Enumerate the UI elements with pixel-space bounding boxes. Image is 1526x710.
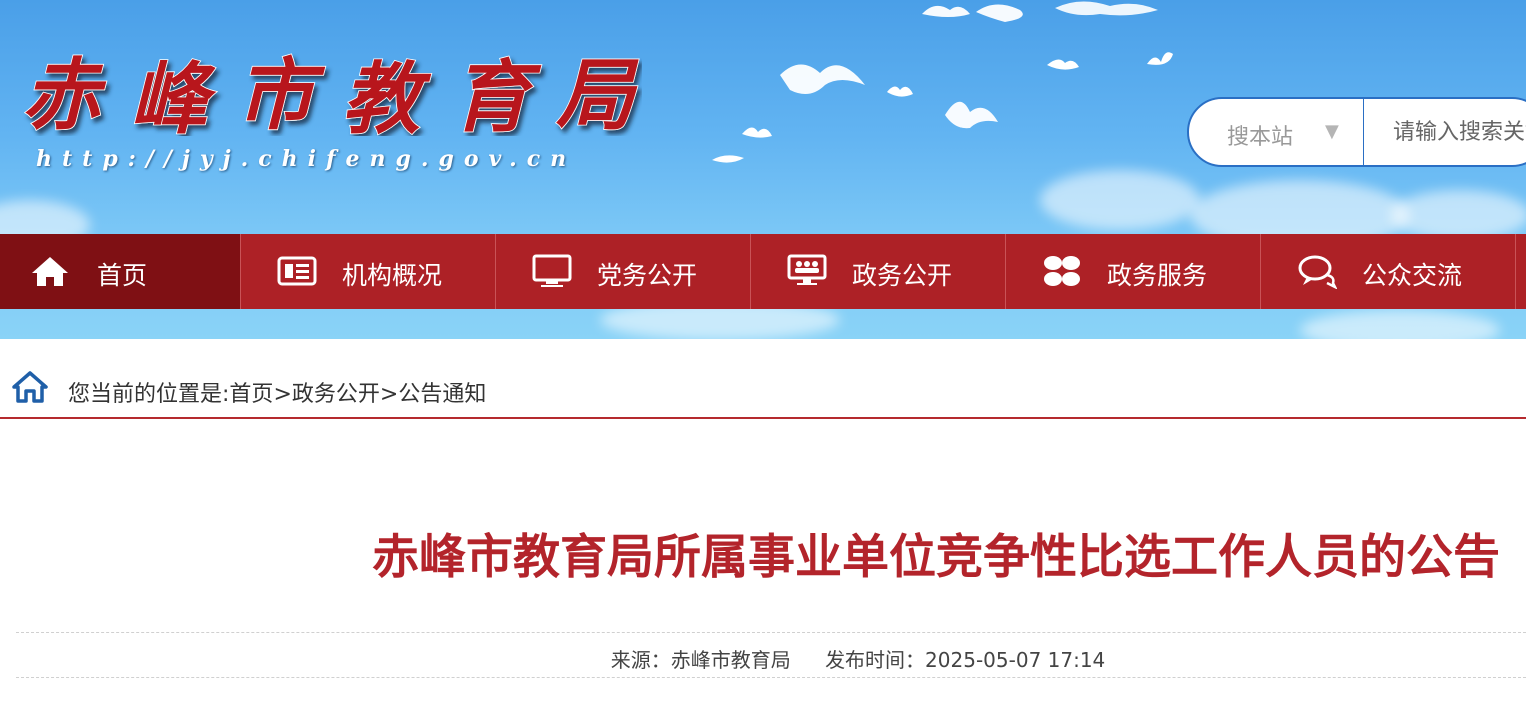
breadcrumb: 您当前的位置是:首页>政务公开>公告通知 [0,365,1526,417]
dove-icon [1055,1,1158,16]
svg-text:教: 教 [342,54,432,136]
svg-text:局: 局 [556,50,639,136]
site-url: http://jyj.chifeng.gov.cn [36,146,577,172]
divider [16,632,1526,633]
nav-item-home[interactable]: 首页 [0,234,241,309]
dove-icon [1147,52,1173,65]
site-logo[interactable]: 赤 峰 市 教 育 局 [22,46,642,136]
breadcrumb-divider [0,417,1526,419]
article-title: 赤峰市教育局所属事业单位竞争性比选工作人员的公告 [372,530,1500,585]
article-meta: 来源：赤峰市教育局 发布时间：2025-05-07 17:14 [0,644,1526,673]
nav-item-label: 政务服务 [1107,261,1208,290]
search-scope-select[interactable]: 搜本站 ▼ [1189,99,1364,165]
nav-item-party-affairs[interactable]: 党务公开 [496,234,751,309]
nav-item-government-affairs[interactable]: 政务公开 [751,234,1006,309]
meeting-icon [787,254,827,285]
breadcrumb-link-home[interactable]: 首页 [229,382,273,407]
nav-item-label: 首页 [97,261,148,290]
nav-item-organization[interactable]: 机构概况 [241,234,496,309]
home-outline-icon [12,371,48,403]
breadcrumb-link-government-affairs[interactable]: 政务公开 [292,382,380,407]
dove-icon [922,4,1023,23]
breadcrumb-separator: > [379,382,399,407]
chat-icon [1298,255,1337,289]
nav-item-label: 公众交流 [1362,261,1463,290]
divider [16,677,1526,678]
cloud-decoration [1390,190,1526,240]
nav-item-label: 党务公开 [597,261,698,290]
article-publish-time: 发布时间：2025-05-07 17:14 [825,648,1106,672]
search-scope-label: 搜本站 [1227,125,1294,150]
svg-text:育: 育 [452,52,542,136]
newspaper-icon [277,256,317,286]
dove-icon [780,64,865,94]
breadcrumb-prefix: 您当前的位置是: [68,382,230,407]
dove-icon [945,101,998,129]
grid-icon [1044,256,1080,286]
svg-text:赤: 赤 [22,50,107,136]
dove-icon [742,127,772,138]
cloud-decoration [1300,310,1500,339]
cloud-decoration [1040,170,1200,230]
breadcrumb-trail: 您当前的位置是:首页>政务公开>公告通知 [68,376,486,408]
breadcrumb-separator: > [273,382,292,407]
nav-item-label: 政务公开 [852,261,953,290]
dove-icon [712,155,744,163]
svg-text:市: 市 [236,50,326,136]
chevron-down-icon: ▼ [1325,121,1339,142]
nav-item-label: 机构概况 [342,261,443,290]
breadcrumb-link-notices[interactable]: 公告通知 [398,382,486,407]
dove-icon [1047,59,1079,70]
search-input[interactable] [1365,99,1526,165]
search-box: 搜本站 ▼ [1187,97,1526,167]
main-nav: 首页 机构概况 党务公开 政务公开 政务服务 公众交流 [0,234,1526,309]
dove-icon [887,86,913,97]
home-icon [32,257,68,286]
nav-item-government-services[interactable]: 政务服务 [1006,234,1261,309]
article-source: 来源：赤峰市教育局 [610,648,791,672]
monitor-icon [532,254,572,287]
nav-item-public-exchange[interactable]: 公众交流 [1261,234,1516,309]
svg-text:峰: 峰 [130,54,217,136]
